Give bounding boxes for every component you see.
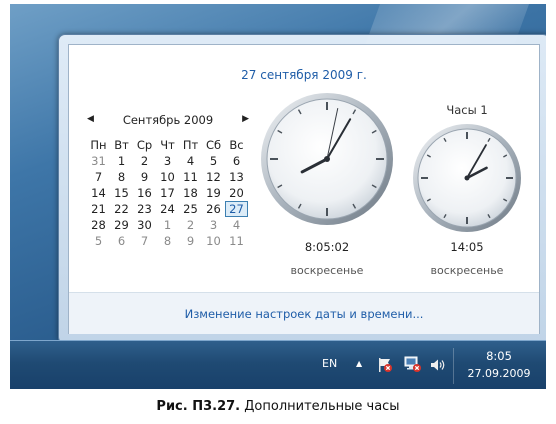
calendar-day[interactable]: 3 xyxy=(156,153,179,169)
calendar-day[interactable]: 18 xyxy=(179,185,202,201)
calendar-day[interactable]: 8 xyxy=(156,233,179,249)
calendar-day[interactable]: 29 xyxy=(110,217,133,233)
calendar-day[interactable]: 17 xyxy=(156,185,179,201)
full-date-link[interactable]: 27 сентября 2009 г. xyxy=(69,68,539,82)
calendar-day[interactable]: 27 xyxy=(225,201,248,217)
calendar-day[interactable]: 10 xyxy=(202,233,225,249)
flyout-panel: 27 сентября 2009 г. ◀ Сентябрь 2009 ▶ Пн… xyxy=(68,44,540,334)
main-clock-day: воскресенье xyxy=(290,264,364,277)
main-clock-time: 8:05:02 xyxy=(304,240,350,254)
calendar: ◀ Сентябрь 2009 ▶ Пн Вт Ср Чт Пт Сб Вс 31 1 2 3 4 5 6… xyxy=(87,113,257,249)
figure-caption-text: Дополнительные часы xyxy=(240,399,400,414)
settings-footer: Изменение настроек даты и времени... xyxy=(69,292,539,334)
calendar-day[interactable]: 7 xyxy=(87,169,110,185)
calendar-day[interactable]: 28 xyxy=(87,217,110,233)
extra-clock-day: воскресенье xyxy=(430,264,504,277)
calendar-day[interactable]: 19 xyxy=(202,185,225,201)
calendar-day[interactable]: 15 xyxy=(110,185,133,201)
calendar-header: ◀ Сентябрь 2009 ▶ xyxy=(87,113,257,131)
clock-flyout: 27 сентября 2009 г. ◀ Сентябрь 2009 ▶ Пн… xyxy=(58,34,546,344)
calendar-day[interactable]: 5 xyxy=(87,233,110,249)
calendar-day[interactable]: 14 xyxy=(87,185,110,201)
calendar-day[interactable]: 21 xyxy=(87,201,110,217)
figure-caption-label: Рис. П3.27. xyxy=(156,399,241,414)
tray-separator xyxy=(453,348,454,384)
extra-clock-time: 14:05 xyxy=(450,240,484,254)
language-indicator[interactable]: EN xyxy=(322,357,337,370)
calendar-month-label[interactable]: Сентябрь 2009 xyxy=(87,113,249,127)
extra-clock-title: Часы 1 xyxy=(446,103,488,117)
calendar-weekday-header: Вт xyxy=(114,138,129,152)
calendar-day[interactable]: 20 xyxy=(225,185,248,201)
change-date-time-settings-link[interactable]: Изменение настроек даты и времени... xyxy=(69,307,539,321)
calendar-day[interactable]: 12 xyxy=(202,169,225,185)
calendar-day[interactable]: 25 xyxy=(179,201,202,217)
flag-icon[interactable] xyxy=(376,356,394,374)
calendar-weekday-header: Чт xyxy=(160,138,175,152)
calendar-day[interactable]: 3 xyxy=(202,217,225,233)
calendar-day[interactable]: 5 xyxy=(202,153,225,169)
network-icon[interactable] xyxy=(403,355,423,373)
calendar-day[interactable]: 1 xyxy=(156,217,179,233)
taskbar: EN ▲ 8:05 27.09.2009 xyxy=(10,340,546,389)
calendar-day[interactable]: 22 xyxy=(110,201,133,217)
calendar-day[interactable]: 2 xyxy=(179,217,202,233)
calendar-day[interactable]: 2 xyxy=(133,153,156,169)
calendar-day[interactable]: 11 xyxy=(179,169,202,185)
calendar-day[interactable]: 9 xyxy=(133,169,156,185)
calendar-weekday-header: Пн xyxy=(90,138,107,152)
calendar-weekday-header: Пт xyxy=(182,138,199,152)
main-analog-clock xyxy=(261,93,393,225)
tray-clock-date[interactable]: 27.09.2009 xyxy=(458,367,540,380)
calendar-day[interactable]: 4 xyxy=(225,217,248,233)
calendar-day[interactable]: 23 xyxy=(133,201,156,217)
calendar-day[interactable]: 16 xyxy=(133,185,156,201)
calendar-day[interactable]: 11 xyxy=(225,233,248,249)
calendar-day[interactable]: 1 xyxy=(110,153,133,169)
figure-caption: Рис. П3.27. Дополнительные часы xyxy=(0,399,556,414)
calendar-day[interactable]: 8 xyxy=(110,169,133,185)
calendar-day[interactable]: 31 xyxy=(87,153,110,169)
calendar-grid: Пн Вт Ср Чт Пт Сб Вс 31 1 2 3 4 5 6 7 8 9 10 11 12 13 14 15 16 1… xyxy=(87,137,257,249)
calendar-next-month-button[interactable]: ▶ xyxy=(242,114,249,124)
calendar-day[interactable]: 4 xyxy=(179,153,202,169)
calendar-day[interactable]: 26 xyxy=(202,201,225,217)
volume-icon[interactable] xyxy=(429,356,447,374)
calendar-weekday-header: Ср xyxy=(136,138,153,152)
desktop-background: 27 сентября 2009 г. ◀ Сентябрь 2009 ▶ Пн… xyxy=(10,4,546,389)
calendar-day[interactable]: 9 xyxy=(179,233,202,249)
calendar-day[interactable]: 30 xyxy=(133,217,156,233)
extra-analog-clock xyxy=(413,124,521,232)
calendar-day[interactable]: 24 xyxy=(156,201,179,217)
calendar-day[interactable]: 13 xyxy=(225,169,248,185)
calendar-day[interactable]: 6 xyxy=(225,153,248,169)
tray-clock-time[interactable]: 8:05 xyxy=(458,349,540,363)
calendar-day[interactable]: 7 xyxy=(133,233,156,249)
calendar-day[interactable]: 10 xyxy=(156,169,179,185)
calendar-weekday-header: Сб xyxy=(205,138,222,152)
calendar-weekday-header: Вс xyxy=(229,138,244,152)
show-hidden-icons-button[interactable]: ▲ xyxy=(356,359,362,368)
calendar-day[interactable]: 6 xyxy=(110,233,133,249)
